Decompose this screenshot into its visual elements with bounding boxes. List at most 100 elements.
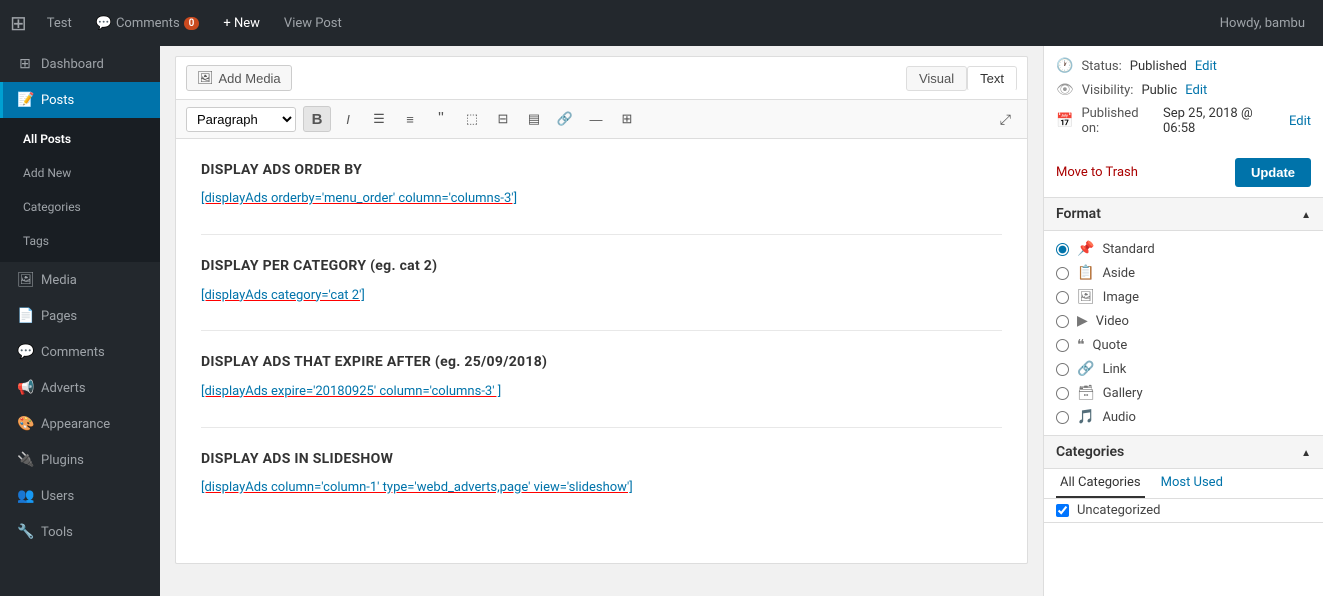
sidebar-item-label: Users [41,489,74,504]
sidebar-item-label: All Posts [23,132,71,146]
format-label-link: Link [1102,362,1126,377]
aside-icon: 📋 [1077,265,1094,281]
image-icon: 🖼 [1077,289,1095,305]
sidebar-item-dashboard[interactable]: ⊞ Dashboard [0,46,160,82]
format-label-image: Image [1103,290,1139,305]
wp-logo-icon[interactable]: ⊞ [10,11,27,35]
align-right-button[interactable]: ▤ [520,106,548,132]
categories-chevron-icon[interactable] [1301,444,1311,460]
sidebar-item-media[interactable]: 🖼 Media [0,262,160,298]
sidebar-item-appearance[interactable]: 🎨 Appearance [0,406,160,442]
align-center-button[interactable]: ⊟ [489,106,517,132]
format-options: 📌 Standard 📋 Aside 🖼 Image ▶ Video [1044,231,1323,435]
format-option-aside[interactable]: 📋 Aside [1044,261,1323,285]
format-radio-gallery[interactable] [1056,387,1069,400]
add-media-button[interactable]: 🖼 Add Media [186,65,292,91]
move-to-trash-link[interactable]: Move to Trash [1056,165,1138,180]
format-label-standard: Standard [1102,242,1154,257]
tab-most-used[interactable]: Most Used [1157,469,1227,498]
update-button[interactable]: Update [1235,158,1311,187]
link-button[interactable]: 🔗 [551,106,579,132]
pages-icon: 📄 [17,308,33,324]
content-section-order: DISPLAY ADS ORDER BY [displayAds orderby… [201,159,1002,235]
users-icon: 👥 [17,488,33,504]
visibility-edit-link[interactable]: Edit [1185,83,1207,98]
italic-button[interactable]: I [334,106,362,132]
published-row: 📅 Published on: Sep 25, 2018 @ 06:58 Edi… [1056,102,1311,140]
ordered-list-button[interactable]: ≡ [396,106,424,132]
add-media-label: Add Media [219,71,281,86]
fullscreen-button[interactable]: ⤢ [994,108,1017,131]
format-radio-link[interactable] [1056,363,1069,376]
plugins-icon: 🔌 [17,452,33,468]
main-content: 🖼 Add Media Visual Text Paragraph Headin… [160,46,1043,596]
admin-bar-site[interactable]: Test [39,12,80,35]
category-checkbox-uncategorized[interactable] [1056,504,1069,517]
format-option-link[interactable]: 🔗 Link [1044,357,1323,381]
section-heading: DISPLAY ADS THAT EXPIRE AFTER (eg. 25/09… [201,351,1002,373]
format-radio-image[interactable] [1056,291,1069,304]
comments-icon: 💬 [17,344,33,360]
category-item-uncategorized[interactable]: Uncategorized [1044,499,1323,522]
tab-text[interactable]: Text [967,66,1017,91]
format-option-standard[interactable]: 📌 Standard [1044,237,1323,261]
section-code: [displayAds expire='20180925' column='co… [201,382,1002,403]
format-radio-aside[interactable] [1056,267,1069,280]
add-media-icon: 🖼 [197,70,214,86]
sidebar-item-adverts[interactable]: 📢 Adverts [0,370,160,406]
format-radio-quote[interactable] [1056,339,1069,352]
sidebar-item-tools[interactable]: 🔧 Tools [0,514,160,550]
format-option-image[interactable]: 🖼 Image [1044,285,1323,309]
link-format-icon: 🔗 [1077,361,1094,377]
format-radio-standard[interactable] [1056,243,1069,256]
format-option-audio[interactable]: 🎵 Audio [1044,405,1323,429]
sidebar-item-users[interactable]: 👥 Users [0,478,160,514]
published-edit-link[interactable]: Edit [1289,114,1311,129]
sidebar-item-plugins[interactable]: 🔌 Plugins [0,442,160,478]
quote-icon: ❝ [1077,337,1085,353]
comments-badge: 0 [184,17,200,30]
section-code: [displayAds orderby='menu_order' column=… [201,189,1002,210]
paragraph-select[interactable]: Paragraph Heading 1 Heading 2 Heading 3 … [186,107,296,132]
blockquote-button[interactable]: " [427,106,455,132]
more-button[interactable]: — [582,106,610,132]
format-label-aside: Aside [1102,266,1135,281]
tab-all-categories[interactable]: All Categories [1056,469,1145,498]
format-radio-video[interactable] [1056,315,1069,328]
format-chevron-icon[interactable] [1301,206,1311,222]
sidebar-item-label: Tools [41,525,73,540]
format-header-label: Format [1056,206,1101,222]
format-option-video[interactable]: ▶ Video [1044,309,1323,333]
sidebar-item-add-new[interactable]: Add New [0,156,160,190]
admin-bar-comments[interactable]: 💬 Comments 0 [88,12,208,35]
align-left-button[interactable]: ⬚ [458,106,486,132]
sidebar-item-categories[interactable]: Categories [0,190,160,224]
sidebar-item-label: Tags [23,234,49,248]
format-section-header: Format [1044,198,1323,231]
admin-bar-new[interactable]: + New [215,12,268,35]
sidebar-item-pages[interactable]: 📄 Pages [0,298,160,334]
sidebar-item-comments[interactable]: 💬 Comments [0,334,160,370]
sidebar-item-all-posts[interactable]: All Posts [0,122,160,156]
format-section: Format 📌 Standard 📋 Aside 🖼 Image [1044,198,1323,436]
table-button[interactable]: ⊞ [613,106,641,132]
tab-visual[interactable]: Visual [906,66,967,91]
sidebar-item-label: Adverts [41,381,86,396]
unordered-list-button[interactable]: ☰ [365,106,393,132]
format-option-quote[interactable]: ❝ Quote [1044,333,1323,357]
sidebar-item-tags[interactable]: Tags [0,224,160,258]
sidebar: ⊞ Dashboard 📝 Posts All Posts Add New Ca… [0,46,160,596]
audio-icon: 🎵 [1077,409,1094,425]
sidebar-item-posts[interactable]: 📝 Posts [0,82,160,118]
right-panel: 🕐 Status: Published Edit 👁 Visibility: P… [1043,46,1323,596]
standard-icon: 📌 [1077,241,1094,257]
format-option-gallery[interactable]: 🗃 Gallery [1044,381,1323,405]
content-section-slideshow: DISPLAY ADS IN SLIDESHOW [displayAds col… [201,448,1002,523]
publish-actions: Move to Trash Update [1044,148,1323,197]
section-heading: DISPLAY PER CATEGORY (eg. cat 2) [201,255,1002,277]
editor-content[interactable]: DISPLAY ADS ORDER BY [displayAds orderby… [176,139,1027,563]
status-edit-link[interactable]: Edit [1195,59,1217,74]
admin-bar-view-post[interactable]: View Post [276,12,350,35]
bold-button[interactable]: B [303,106,331,132]
format-radio-audio[interactable] [1056,411,1069,424]
